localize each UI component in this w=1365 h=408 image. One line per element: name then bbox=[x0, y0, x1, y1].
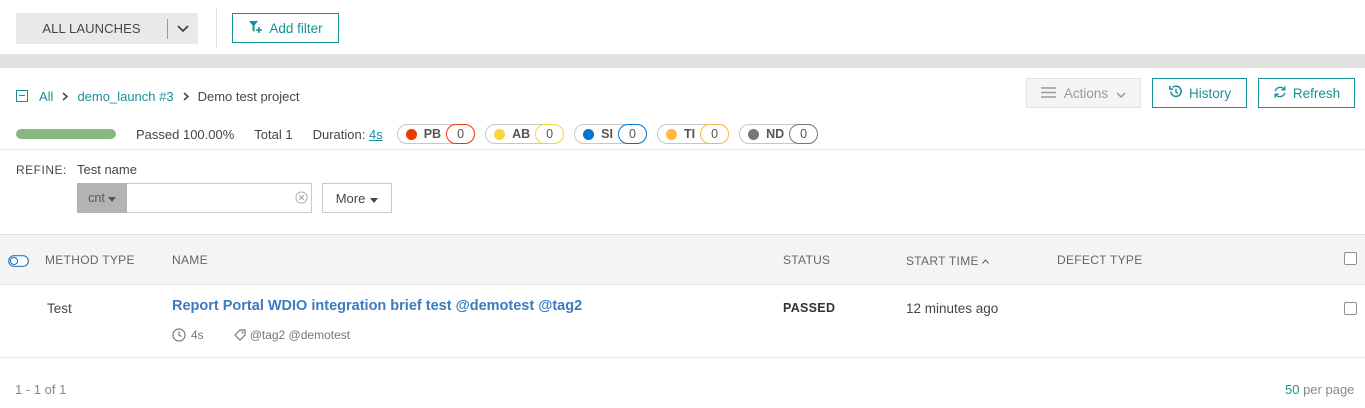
toggle-icon[interactable] bbox=[8, 255, 29, 270]
per-page-number[interactable]: 50 bbox=[1285, 382, 1299, 397]
start-time-cell: 12 minutes ago bbox=[906, 301, 999, 316]
defect-count[interactable]: 0 bbox=[700, 124, 730, 144]
test-name-filter-label: Test name bbox=[77, 162, 137, 177]
method-type-cell: Test bbox=[47, 301, 72, 316]
chevron-down-icon bbox=[1116, 86, 1126, 101]
pagination-range: 1 - 1 of 1 bbox=[15, 382, 67, 397]
defect-badge-ab[interactable]: AB 0 bbox=[485, 124, 565, 144]
defect-badges: PB 0 AB 0 SI 0 TI 0 ND 0 bbox=[396, 124, 828, 144]
actions-button[interactable]: Actions bbox=[1026, 78, 1141, 108]
sort-asc-icon bbox=[981, 253, 989, 267]
select-all-checkbox[interactable] bbox=[1344, 252, 1357, 265]
duration-value: 4s bbox=[191, 328, 204, 342]
defect-code: PB bbox=[423, 127, 442, 141]
column-header-defect-type[interactable]: DEFECT TYPE bbox=[1057, 253, 1143, 267]
defect-code: ND bbox=[766, 127, 785, 141]
header-separator-band bbox=[0, 54, 1365, 68]
defect-badge-ti[interactable]: TI 0 bbox=[656, 124, 730, 144]
table-header: METHOD TYPE NAME STATUS START TIME DEFEC… bbox=[0, 234, 1365, 285]
defect-count[interactable]: 0 bbox=[535, 124, 565, 144]
condition-value: cnt bbox=[88, 191, 105, 205]
add-filter-button[interactable]: Add filter bbox=[232, 13, 339, 43]
defect-code: SI bbox=[601, 127, 613, 141]
refresh-icon bbox=[1273, 85, 1287, 102]
duration-link[interactable]: 4s bbox=[369, 127, 383, 142]
add-filter-label: Add filter bbox=[269, 20, 323, 36]
breadcrumb: All demo_launch #3 Demo test project bbox=[16, 87, 299, 105]
filter-bar: ALL LAUNCHES Add filter bbox=[0, 0, 1365, 54]
clear-input-icon[interactable] bbox=[295, 191, 308, 207]
defect-count[interactable]: 0 bbox=[617, 124, 647, 144]
divider bbox=[216, 8, 217, 48]
column-header-start-time[interactable]: START TIME bbox=[906, 253, 989, 268]
column-header-status[interactable]: STATUS bbox=[783, 253, 830, 267]
chevron-down-icon[interactable] bbox=[168, 24, 198, 33]
history-label: History bbox=[1188, 85, 1231, 101]
status-cell: PASSED bbox=[783, 301, 836, 315]
collapse-icon[interactable] bbox=[16, 90, 28, 102]
column-header-name[interactable]: NAME bbox=[172, 253, 208, 267]
breadcrumb-item-all[interactable]: All bbox=[39, 89, 53, 104]
defect-badge-nd[interactable]: ND 0 bbox=[739, 124, 819, 144]
tags[interactable]: @tag2 @demotest bbox=[250, 328, 350, 342]
launch-statistics: Passed 100.00% Total 1 Duration: 4s PB 0 A… bbox=[16, 124, 828, 144]
menu-icon bbox=[1040, 86, 1056, 101]
history-icon bbox=[1168, 84, 1183, 102]
passed-progress-bar bbox=[16, 129, 116, 139]
passed-progress-fill bbox=[16, 129, 116, 139]
defect-code: TI bbox=[683, 127, 696, 141]
test-meta: 4s @tag2 @demotest bbox=[172, 328, 350, 342]
breadcrumb-item-current: Demo test project bbox=[197, 88, 300, 104]
caret-down-icon bbox=[107, 191, 116, 205]
refine-label: REFINE: bbox=[16, 163, 67, 177]
more-filters-button[interactable]: More bbox=[322, 183, 392, 213]
test-name-link[interactable]: Report Portal WDIO integration brief tes… bbox=[172, 298, 582, 314]
per-page-selector[interactable]: 50 per page bbox=[1285, 382, 1354, 397]
breadcrumb-item-launch[interactable]: demo_launch #3 bbox=[77, 89, 173, 104]
passed-percentage: Passed 100.00% bbox=[136, 126, 235, 142]
divider bbox=[0, 149, 1365, 150]
defect-color-dot bbox=[665, 128, 677, 140]
table-row: Test Report Portal WDIO integration brie… bbox=[0, 285, 1365, 358]
history-button[interactable]: History bbox=[1152, 78, 1247, 108]
refresh-label: Refresh bbox=[1292, 85, 1341, 101]
defect-color-dot bbox=[748, 128, 760, 140]
clock-icon bbox=[172, 328, 186, 342]
duration: Duration: 4s bbox=[313, 127, 383, 142]
defect-color-dot bbox=[494, 128, 506, 140]
filter-add-icon bbox=[248, 20, 263, 37]
defect-color-dot bbox=[405, 128, 417, 140]
defect-count[interactable]: 0 bbox=[789, 124, 819, 144]
chevron-right-icon bbox=[62, 91, 69, 101]
tag-icon bbox=[233, 329, 246, 341]
defect-count[interactable]: 0 bbox=[446, 124, 476, 144]
actions-label: Actions bbox=[1063, 85, 1109, 101]
per-page-suffix: per page bbox=[1299, 382, 1355, 397]
column-header-method-type[interactable]: METHOD TYPE bbox=[45, 253, 135, 267]
more-label: More bbox=[335, 190, 366, 206]
refresh-button[interactable]: Refresh bbox=[1258, 78, 1355, 108]
test-name-input[interactable] bbox=[127, 183, 312, 213]
caret-down-icon bbox=[370, 191, 379, 206]
duration-prefix: Duration: bbox=[312, 126, 369, 142]
defect-color-dot bbox=[583, 128, 595, 140]
defect-badge-pb[interactable]: PB 0 bbox=[396, 124, 476, 144]
launch-select[interactable]: ALL LAUNCHES bbox=[16, 13, 198, 44]
defect-badge-si[interactable]: SI 0 bbox=[574, 124, 647, 144]
total-count: Total 1 bbox=[254, 126, 293, 142]
condition-select[interactable]: cnt bbox=[77, 183, 127, 213]
row-checkbox[interactable] bbox=[1344, 302, 1357, 315]
chevron-right-icon bbox=[183, 91, 189, 101]
start-time-label: START TIME bbox=[906, 254, 979, 268]
defect-code: AB bbox=[512, 127, 531, 141]
launch-select-label: ALL LAUNCHES bbox=[42, 21, 141, 36]
